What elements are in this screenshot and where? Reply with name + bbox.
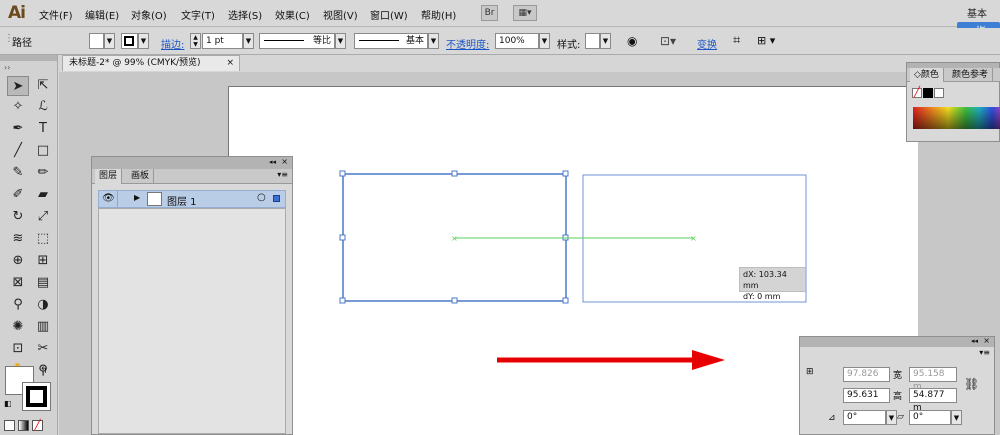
x-input[interactable]: 97.826 [843,367,890,382]
height-label: 高 [893,392,903,402]
tab-layers[interactable]: 图层 [95,169,123,184]
tab-color[interactable]: ◇颜色 [910,68,944,82]
panel-menu-icon[interactable]: ▾≡ [277,170,288,179]
color-panel-tabs: ◇颜色 颜色参考 [907,68,1000,82]
handle-top-left[interactable] [339,170,346,177]
transform-panel-titlebar[interactable]: ◂◂ × [800,336,994,347]
shear-icon: ▱ [897,412,904,422]
target-circle-icon[interactable]: ○ [257,192,266,203]
collapse-panel-icon[interactable]: ◂◂ [269,158,276,166]
expand-triangle-icon[interactable]: ▶ [134,193,140,202]
width-label: 宽 [893,371,903,381]
close-transform-icon[interactable]: × [983,336,990,345]
transform-menu-icon[interactable]: ▾≡ [979,348,990,357]
guide-end-marker-icon: × [690,234,697,243]
width-input[interactable]: 95.158 m [909,367,957,392]
rotate-dropdown-icon[interactable]: ▼ [886,410,897,425]
y-input[interactable]: 95.631 [843,388,890,403]
handle-bottom-right[interactable] [562,297,569,304]
tab-color-guide[interactable]: 颜色参考 [948,68,994,82]
constrain-proportions-icon[interactable]: ⛓ [964,377,979,391]
rotate-icon: ⊿ [828,413,836,423]
guide-start-marker-icon: × [451,234,458,243]
handle-bottom-center[interactable] [451,297,458,304]
tab-artboards[interactable]: 画板 [127,169,155,184]
rotate-input[interactable]: 0° [843,410,886,425]
handle-top-right[interactable] [562,170,569,177]
none-color-icon[interactable]: ╱ [912,88,922,98]
height-input[interactable]: 54.877 m [909,388,957,413]
transform-panel: ◂◂ × ▾≡ ⊞ 97.826 宽 95.158 m 95.631 高 54.… [799,336,995,435]
delta-y-readout: dY: 0 mm [743,292,781,301]
tab-color-label: 颜色 [920,70,939,80]
handle-top-center[interactable] [451,170,458,177]
selection-indicator-icon[interactable] [273,195,280,202]
handle-middle-left[interactable] [339,234,346,241]
shear-dropdown-icon[interactable]: ▼ [951,410,962,425]
reference-point-icon[interactable]: ⊞ [806,367,814,377]
tab-color-diamond-icon: ◇ [914,70,921,80]
layer-row[interactable]: 👁 ▶ 图层 1 ○ [98,190,286,208]
shear-input[interactable]: 0° [909,410,951,425]
layers-list-area [98,208,286,434]
black-swatch[interactable] [923,88,933,98]
white-swatch[interactable] [934,88,944,98]
visibility-eye-icon[interactable]: 👁 [102,193,115,204]
layer-thumbnail [147,192,162,206]
collapse-transform-icon[interactable]: ◂◂ [971,337,978,345]
layer-name[interactable]: 图层 1 [167,193,197,208]
layers-panel: ◂◂ × 图层 画板 ▾≡ 👁 ▶ 图层 1 ○ [91,156,293,435]
move-measurement-tooltip: dX: 103.34 mm dY: 0 mm [739,267,806,301]
close-panel-icon[interactable]: × [281,157,288,166]
color-spectrum[interactable] [913,107,1000,129]
layer-divider [117,191,118,207]
layers-panel-titlebar[interactable]: ◂◂ × [92,157,292,169]
red-arrow-head-icon [692,350,725,370]
layers-panel-tabs: 图层 画板 ▾≡ [92,169,292,184]
delta-x-readout: dX: 103.34 mm [743,270,787,290]
color-panel: ◇颜色 颜色参考 ╱ [906,62,1000,142]
handle-bottom-left[interactable] [339,297,346,304]
